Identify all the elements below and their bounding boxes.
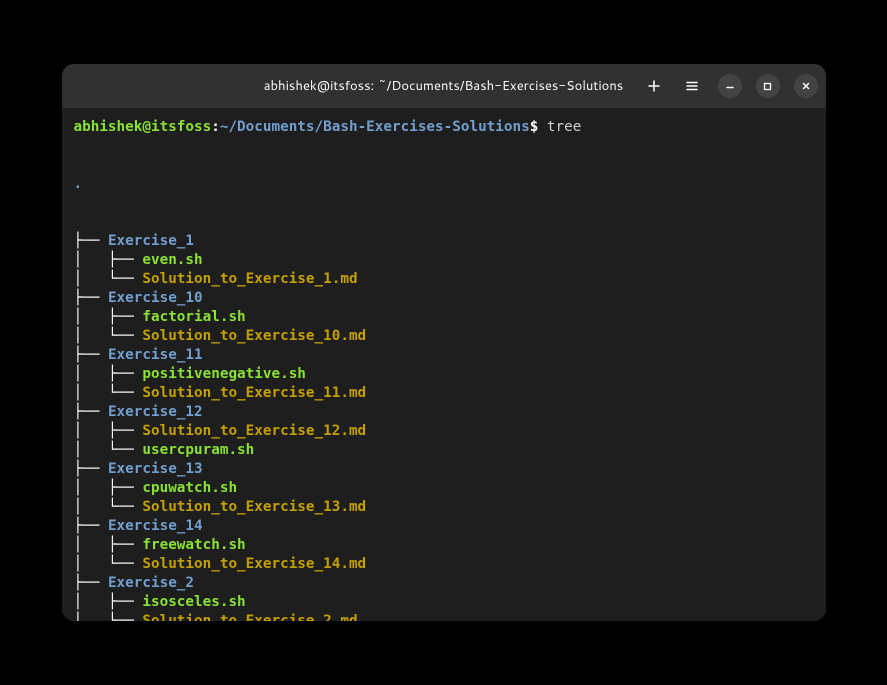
tree-entry: ├── Exercise_13 bbox=[74, 460, 814, 479]
close-button[interactable] bbox=[794, 74, 818, 98]
tree-entry: │ ├── isosceles.sh bbox=[74, 593, 814, 612]
tree-output: . ├── Exercise_1│ ├── even.sh│ └── Solut… bbox=[74, 137, 814, 621]
tree-file: usercpuram.sh bbox=[142, 442, 254, 458]
prompt-colon: : bbox=[211, 119, 220, 135]
tree-directory: Exercise_10 bbox=[108, 290, 203, 306]
tree-file: Solution_to_Exercise_14.md bbox=[142, 556, 366, 572]
tree-branch: ├── bbox=[108, 252, 142, 268]
tree-root: . bbox=[74, 176, 83, 192]
tree-file: Solution_to_Exercise_11.md bbox=[142, 385, 366, 401]
minimize-button[interactable] bbox=[718, 74, 742, 98]
tree-entry: │ └── Solution_to_Exercise_2.md bbox=[74, 612, 814, 621]
tree-entry: │ └── Solution_to_Exercise_1.md bbox=[74, 270, 814, 289]
tree-indent: │ bbox=[74, 271, 108, 287]
tree-branch: ├── bbox=[74, 575, 108, 591]
tree-branch: └── bbox=[108, 328, 142, 344]
tree-file: Solution_to_Exercise_1.md bbox=[142, 271, 357, 287]
tree-entry: │ └── Solution_to_Exercise_11.md bbox=[74, 384, 814, 403]
tree-branch: └── bbox=[108, 385, 142, 401]
tree-branch: ├── bbox=[108, 594, 142, 610]
tree-branch: └── bbox=[108, 442, 142, 458]
tree-indent: │ bbox=[74, 556, 108, 572]
tree-file: even.sh bbox=[142, 252, 202, 268]
tree-entry: ├── Exercise_14 bbox=[74, 517, 814, 536]
tree-file: Solution_to_Exercise_2.md bbox=[142, 613, 357, 621]
tree-entry: │ └── Solution_to_Exercise_14.md bbox=[74, 555, 814, 574]
tree-entry: │ ├── even.sh bbox=[74, 251, 814, 270]
prompt-line: abhishek@itsfoss:~/Documents/Bash-Exerci… bbox=[74, 118, 814, 137]
tree-indent: │ bbox=[74, 252, 108, 268]
tree-entry: ├── Exercise_12 bbox=[74, 403, 814, 422]
tree-directory: Exercise_13 bbox=[108, 461, 203, 477]
tree-indent: │ bbox=[74, 328, 108, 344]
tree-indent: │ bbox=[74, 385, 108, 401]
tree-file: positivenegative.sh bbox=[142, 366, 306, 382]
tree-branch: └── bbox=[108, 499, 142, 515]
tree-indent: │ bbox=[74, 480, 108, 496]
tree-directory: Exercise_1 bbox=[108, 233, 194, 249]
tree-entry: ├── Exercise_11 bbox=[74, 346, 814, 365]
command-text: tree bbox=[538, 119, 581, 135]
tree-file: freewatch.sh bbox=[142, 537, 245, 553]
tree-indent: │ bbox=[74, 594, 108, 610]
tree-branch: ├── bbox=[108, 423, 142, 439]
tree-directory: Exercise_12 bbox=[108, 404, 203, 420]
prompt-user-host: abhishek@itsfoss bbox=[74, 119, 212, 135]
tree-branch: └── bbox=[108, 556, 142, 572]
tree-file: Solution_to_Exercise_12.md bbox=[142, 423, 366, 439]
tree-entry: │ ├── freewatch.sh bbox=[74, 536, 814, 555]
tree-indent: │ bbox=[74, 423, 108, 439]
window-controls bbox=[642, 74, 818, 98]
tree-branch: └── bbox=[108, 271, 142, 287]
tree-branch: ├── bbox=[108, 309, 142, 325]
menu-button[interactable] bbox=[680, 74, 704, 98]
tree-entry: ├── Exercise_1 bbox=[74, 232, 814, 251]
tree-branch: ├── bbox=[108, 537, 142, 553]
tree-branch: ├── bbox=[74, 461, 108, 477]
tree-entry: │ ├── positivenegative.sh bbox=[74, 365, 814, 384]
tree-branch: ├── bbox=[74, 404, 108, 420]
tree-indent: │ bbox=[74, 366, 108, 382]
tree-entry: │ ├── cpuwatch.sh bbox=[74, 479, 814, 498]
tree-directory: Exercise_2 bbox=[108, 575, 194, 591]
tree-indent: │ bbox=[74, 442, 108, 458]
tree-file: Solution_to_Exercise_13.md bbox=[142, 499, 366, 515]
tree-entry: │ └── Solution_to_Exercise_10.md bbox=[74, 327, 814, 346]
tree-file: isosceles.sh bbox=[142, 594, 245, 610]
tree-branch: ├── bbox=[74, 233, 108, 249]
tree-entry: ├── Exercise_2 bbox=[74, 574, 814, 593]
tree-branch: └── bbox=[108, 613, 142, 621]
titlebar: abhishek@itsfoss: ~/Documents/Bash-Exerc… bbox=[62, 64, 826, 108]
tree-file: Solution_to_Exercise_10.md bbox=[142, 328, 366, 344]
tree-branch: ├── bbox=[74, 290, 108, 306]
tree-branch: ├── bbox=[74, 347, 108, 363]
maximize-button[interactable] bbox=[756, 74, 780, 98]
tree-entry: │ └── usercpuram.sh bbox=[74, 441, 814, 460]
tree-branch: ├── bbox=[108, 366, 142, 382]
tree-file: cpuwatch.sh bbox=[142, 480, 237, 496]
tree-entry: │ └── Solution_to_Exercise_13.md bbox=[74, 498, 814, 517]
tree-entry: ├── Exercise_10 bbox=[74, 289, 814, 308]
tree-directory: Exercise_11 bbox=[108, 347, 203, 363]
tree-branch: ├── bbox=[74, 518, 108, 534]
window-title: abhishek@itsfoss: ~/Documents/Bash-Exerc… bbox=[264, 77, 624, 95]
tree-entry: │ ├── factorial.sh bbox=[74, 308, 814, 327]
tree-file: factorial.sh bbox=[142, 309, 245, 325]
terminal-window: abhishek@itsfoss: ~/Documents/Bash-Exerc… bbox=[62, 64, 826, 621]
tree-indent: │ bbox=[74, 613, 108, 621]
tree-entry: │ ├── Solution_to_Exercise_12.md bbox=[74, 422, 814, 441]
terminal-body[interactable]: abhishek@itsfoss:~/Documents/Bash-Exerci… bbox=[62, 108, 826, 621]
tree-indent: │ bbox=[74, 309, 108, 325]
tree-directory: Exercise_14 bbox=[108, 518, 203, 534]
tree-indent: │ bbox=[74, 499, 108, 515]
tree-indent: │ bbox=[74, 537, 108, 553]
prompt-path: ~/Documents/Bash-Exercises-Solutions bbox=[220, 119, 530, 135]
new-tab-button[interactable] bbox=[642, 74, 666, 98]
tree-branch: ├── bbox=[108, 480, 142, 496]
